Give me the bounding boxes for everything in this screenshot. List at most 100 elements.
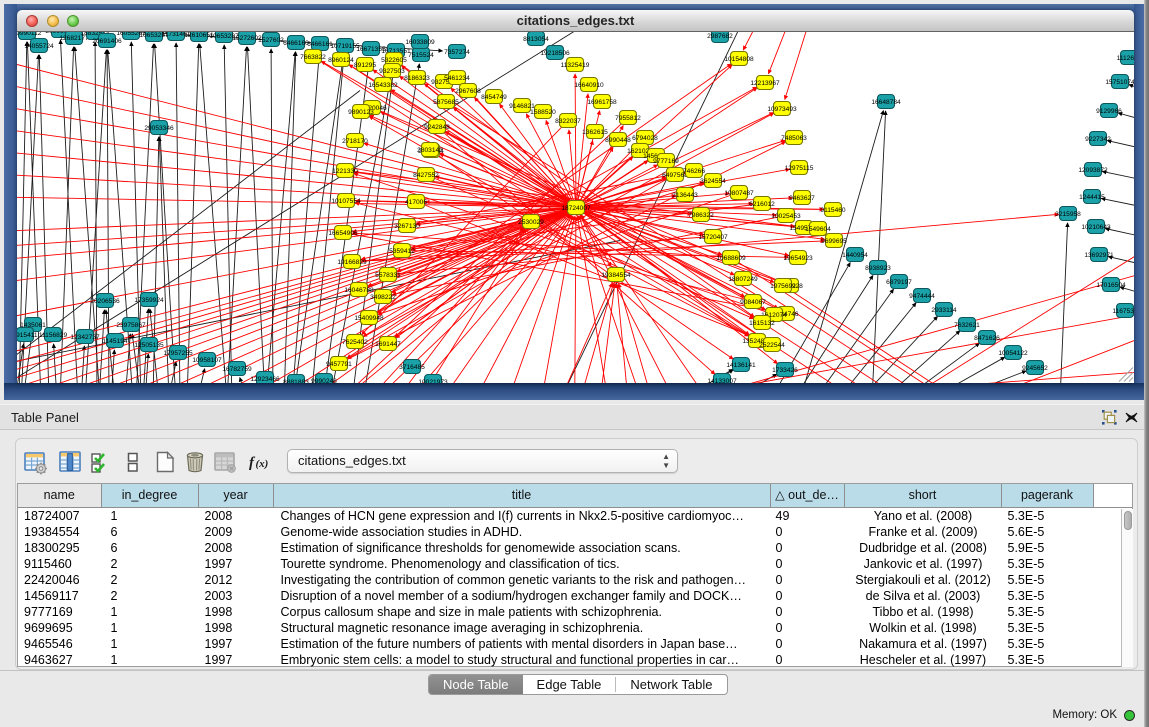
svg-text:17957255: 17957255 (163, 349, 193, 356)
svg-text:5578331: 5578331 (375, 271, 401, 278)
svg-text:2967608: 2967608 (455, 87, 481, 94)
svg-text:1588520: 1588520 (530, 108, 556, 115)
svg-text:5461234: 5461234 (444, 74, 470, 81)
svg-text:12505135: 12505135 (134, 341, 164, 348)
svg-text:3716485: 3716485 (399, 363, 425, 370)
svg-text:8186323: 8186323 (404, 74, 430, 81)
svg-text:14055724: 14055724 (24, 42, 54, 49)
svg-text:14133007: 14133007 (707, 377, 737, 382)
svg-text:6879197: 6879197 (886, 278, 912, 285)
svg-text:3267130: 3267130 (394, 222, 420, 229)
svg-text:9777169: 9777169 (653, 157, 679, 164)
svg-text:10807487: 10807487 (724, 189, 754, 196)
svg-text:9227342: 9227342 (1085, 135, 1111, 142)
svg-text:18724007: 18724007 (561, 204, 591, 211)
svg-text:16046788: 16046788 (344, 286, 374, 293)
svg-text:1615132: 1615132 (749, 319, 775, 326)
svg-text:10688609: 10688609 (716, 254, 746, 261)
svg-text:10958107: 10958107 (192, 356, 222, 363)
svg-text:5322605: 5322605 (381, 56, 407, 63)
svg-text:10973493: 10973493 (767, 105, 797, 112)
svg-text:9457791: 9457791 (326, 360, 352, 367)
svg-text:11325419: 11325419 (561, 61, 590, 68)
svg-text:17359924: 17359924 (134, 296, 164, 303)
svg-text:16033809: 16033809 (405, 38, 435, 45)
svg-text:6466161: 6466161 (307, 40, 333, 47)
svg-text:8471626: 8471626 (974, 334, 1000, 341)
svg-text:7986322: 7986322 (688, 211, 714, 218)
svg-text:12923466: 12923466 (250, 375, 280, 382)
svg-text:12975115: 12975115 (785, 164, 814, 171)
svg-text:11156829: 11156829 (39, 331, 68, 338)
svg-text:6466160: 6466160 (283, 39, 309, 46)
svg-text:13692971: 13692971 (1084, 251, 1114, 258)
svg-text:2987682: 2987682 (707, 32, 733, 39)
svg-text:16640910: 16640910 (574, 81, 604, 88)
svg-text:8454749: 8454749 (481, 93, 507, 100)
svg-text:7625402: 7625402 (342, 338, 368, 345)
svg-text:1527602: 1527602 (258, 36, 284, 43)
svg-text:16654906: 16654906 (328, 229, 358, 236)
svg-text:8990448: 8990448 (605, 136, 631, 143)
svg-text:1244415: 1244415 (1079, 193, 1105, 200)
svg-text:20691406: 20691406 (92, 37, 122, 44)
svg-text:7955812: 7955812 (615, 114, 641, 121)
svg-text:20206536: 20206536 (90, 297, 120, 304)
svg-text:1167533: 1167533 (1112, 307, 1134, 314)
svg-text:6794028: 6794028 (632, 134, 658, 141)
svg-text:3915411: 3915411 (17, 331, 38, 338)
svg-text:6216012: 6216012 (749, 200, 775, 207)
svg-text:9084067: 9084067 (740, 298, 766, 305)
svg-text:5359412: 5359412 (389, 247, 415, 254)
svg-text:10107554: 10107554 (331, 197, 361, 204)
svg-text:18807249: 18807249 (728, 275, 758, 282)
svg-text:8322037: 8322037 (555, 117, 581, 124)
svg-text:10054122: 10054122 (998, 349, 1028, 356)
svg-text:8427552: 8427552 (413, 171, 439, 178)
svg-text:12342737: 12342737 (70, 333, 100, 340)
svg-text:10021973: 10021973 (418, 378, 448, 382)
svg-text:15751074: 15751074 (1105, 78, 1134, 85)
svg-text:1362615: 1362615 (582, 128, 608, 135)
svg-text:12093872: 12093872 (1078, 166, 1108, 173)
svg-text:9463627: 9463627 (789, 194, 815, 201)
svg-text:9115460: 9115460 (820, 206, 846, 213)
svg-text:8960124: 8960124 (328, 56, 354, 63)
svg-text:7485063: 7485063 (781, 134, 807, 141)
svg-text:16648784: 16648784 (871, 98, 901, 105)
svg-text:7663822: 7663822 (300, 53, 326, 60)
svg-text:3215958: 3215958 (1055, 210, 1081, 217)
svg-text:8813054: 8813054 (523, 35, 549, 42)
svg-text:9890123: 9890123 (348, 108, 374, 115)
svg-text:746266: 746266 (683, 167, 705, 174)
svg-text:2136443: 2136443 (672, 191, 698, 198)
svg-text:3498222: 3498222 (370, 293, 396, 300)
svg-text:3624554: 3624554 (700, 177, 726, 184)
svg-text:1112631: 1112631 (1117, 54, 1134, 61)
svg-text:10210643: 10210643 (1081, 223, 1111, 230)
svg-text:15720407: 15720407 (698, 233, 728, 240)
svg-text:8881883: 8881883 (283, 378, 309, 382)
svg-text:16961758: 16961758 (587, 98, 617, 105)
svg-text:9245652: 9245652 (1022, 364, 1048, 371)
svg-text:10990112: 10990112 (17, 32, 42, 37)
svg-text:12213967: 12213967 (750, 79, 780, 86)
svg-text:9474444: 9474444 (909, 292, 935, 299)
svg-text:15409948: 15409948 (354, 314, 384, 321)
svg-text:(x): (x) (256, 458, 269, 470)
svg-text:9129966: 9129966 (1096, 107, 1122, 114)
svg-text:7357274: 7357274 (444, 48, 470, 55)
svg-text:1691447: 1691447 (375, 340, 401, 347)
svg-text:5875685: 5875685 (433, 98, 459, 105)
svg-text:1440954: 1440954 (842, 251, 868, 258)
svg-text:9327503: 9327503 (379, 67, 405, 74)
svg-text:9699695: 9699695 (821, 237, 847, 244)
svg-text:16782759: 16782759 (222, 365, 252, 372)
svg-text:14136141: 14136141 (726, 361, 756, 368)
svg-text:17016504: 17016504 (1096, 281, 1126, 288)
svg-text:19218506: 19218506 (540, 49, 570, 56)
svg-text:7632621: 7632621 (954, 321, 980, 328)
svg-text:1733426: 1733426 (772, 366, 798, 373)
svg-text:19384554: 19384554 (601, 271, 631, 278)
svg-text:1221330: 1221330 (332, 167, 358, 174)
